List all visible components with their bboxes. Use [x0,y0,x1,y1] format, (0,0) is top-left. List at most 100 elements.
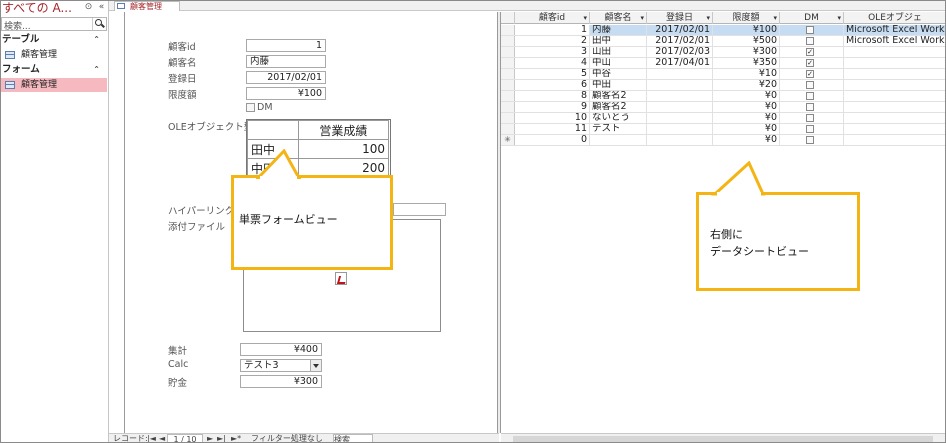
select-all-corner[interactable] [501,12,515,24]
record-selector[interactable] [501,36,515,46]
total-field[interactable]: ¥400 [240,343,322,356]
column-header[interactable]: 顧客id ▾ [515,12,590,24]
sort-dropdown-icon[interactable]: ▾ [583,12,587,24]
table-cell[interactable] [647,102,713,112]
nav-item-form-customers[interactable]: 顧客管理 [1,78,107,92]
table-cell[interactable]: 0 [515,135,590,145]
table-cell[interactable]: 顧客名2 [590,91,647,101]
dm-cell[interactable] [780,80,844,90]
table-cell[interactable] [647,113,713,123]
tab-customer-management[interactable]: 顧客管理 [114,1,180,11]
checkbox[interactable] [806,136,814,144]
chevron-down-icon[interactable] [310,360,321,371]
calc-combo[interactable]: テスト3 [240,359,322,372]
record-selector[interactable] [501,69,515,79]
new-record-button[interactable]: ►* [231,434,241,442]
table-cell[interactable] [647,135,713,145]
pdf-attachment-icon[interactable] [335,272,347,285]
table-cell[interactable]: 1 [515,25,590,35]
dm-cell[interactable]: ✓ [780,47,844,57]
checkbox[interactable] [806,81,814,89]
table-cell[interactable]: 2017/02/01 [647,25,713,35]
dm-cell[interactable]: ✓ [780,58,844,68]
table-cell[interactable]: 2017/02/01 [647,36,713,46]
table-cell[interactable]: ¥0 [713,124,780,134]
table-cell[interactable] [647,124,713,134]
nav-pane-header[interactable]: すべての A... ⊙ « [1,1,109,15]
column-header[interactable]: OLEオブジェ [844,12,945,24]
table-cell[interactable] [844,69,945,79]
table-cell[interactable]: 11 [515,124,590,134]
table-cell[interactable]: Microsoft Excel Works [844,25,945,35]
last-record-button[interactable]: ►| [217,434,226,442]
record-selector[interactable] [501,80,515,90]
table-cell[interactable]: ¥0 [713,113,780,123]
table-cell[interactable]: 田中 [590,36,647,46]
filter-status[interactable]: フィルター処理なし [251,434,329,442]
record-search-input[interactable]: 検索 [333,434,373,442]
table-cell[interactable] [844,124,945,134]
record-selector[interactable] [501,124,515,134]
savings-field[interactable]: ¥300 [240,375,322,388]
checkbox[interactable] [806,37,814,45]
dm-cell[interactable] [780,102,844,112]
dm-cell[interactable] [780,113,844,123]
record-selector[interactable] [501,58,515,68]
table-cell[interactable]: ¥0 [713,91,780,101]
record-selector[interactable] [501,47,515,57]
table-cell[interactable]: 5 [515,69,590,79]
record-selector[interactable] [501,25,515,35]
table-cell[interactable]: ¥300 [713,47,780,57]
nav-group-tables[interactable]: テーブル ⌃ [1,34,109,46]
checkbox[interactable] [806,103,814,111]
limit-field[interactable]: ¥100 [246,87,326,100]
hyperlink-field[interactable] [393,203,446,216]
table-cell[interactable]: 中田 [590,80,647,90]
horizontal-scrollbar[interactable] [501,433,945,442]
column-header[interactable]: 顧客名 ▾ [590,12,647,24]
table-cell[interactable]: テスト [590,124,647,134]
table-row[interactable]: 6 中田 ¥20 [501,80,945,91]
table-cell[interactable] [647,69,713,79]
table-cell[interactable]: 2 [515,36,590,46]
sort-dropdown-icon[interactable]: ▾ [773,12,777,24]
table-cell[interactable]: ないとう [590,113,647,123]
dm-cell[interactable] [780,91,844,101]
table-cell[interactable] [844,80,945,90]
dm-checkbox[interactable] [246,103,255,112]
table-cell[interactable]: ¥20 [713,80,780,90]
table-cell[interactable]: 2017/02/03 [647,47,713,57]
table-cell[interactable]: 8 [515,91,590,101]
column-header[interactable]: DM ▾ [780,12,844,24]
table-cell[interactable] [844,47,945,57]
record-selector[interactable] [501,102,515,112]
table-cell[interactable] [647,80,713,90]
checkbox[interactable] [806,92,814,100]
table-cell[interactable]: 顧客名2 [590,102,647,112]
sort-dropdown-icon[interactable]: ▾ [837,12,841,24]
table-row[interactable]: 9 顧客名2 ¥0 [501,102,945,113]
record-position-input[interactable]: 1 / 10 [167,434,203,442]
table-cell[interactable]: ¥10 [713,69,780,79]
table-row[interactable]: 8 顧客名2 ¥0 [501,91,945,102]
record-selector[interactable]: ✳ [501,135,515,145]
table-row[interactable]: 2 田中 2017/02/01 ¥500 Microsoft Excel Works [501,36,945,47]
table-row[interactable]: 11 テスト ¥0 [501,124,945,135]
dm-cell[interactable] [780,25,844,35]
customer-id-field[interactable]: 1 [246,39,326,52]
nav-group-forms[interactable]: フォーム ⌃ [1,64,109,76]
table-cell[interactable]: 中谷 [590,69,647,79]
collapse-pane-icon[interactable]: « [97,3,106,12]
record-selector[interactable] [501,91,515,101]
nav-search-input[interactable]: 検索... [4,19,31,32]
dm-cell[interactable] [780,36,844,46]
table-cell[interactable]: 中山 [590,58,647,68]
collapse-group-icon[interactable]: ⌃ [93,64,100,76]
collapse-group-icon[interactable]: ⌃ [93,34,100,46]
table-cell[interactable]: 3 [515,47,590,57]
table-cell[interactable] [590,135,647,145]
dm-cell[interactable] [780,135,844,145]
customer-name-field[interactable]: 内藤 [246,55,326,68]
checked-checkbox[interactable]: ✓ [806,48,814,56]
table-row[interactable]: 1 内藤 2017/02/01 ¥100 Microsoft Excel Works [501,25,945,36]
